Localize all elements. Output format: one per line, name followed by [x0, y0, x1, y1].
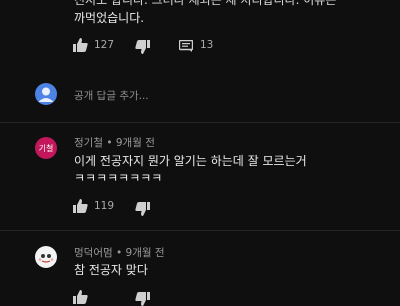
divider	[0, 122, 400, 123]
timestamp[interactable]: 9개월 전	[116, 137, 155, 149]
timestamp[interactable]: 9개월 전	[126, 247, 165, 259]
author-name[interactable]: 멍덕어멈	[74, 247, 113, 259]
thumbs-down-icon[interactable]	[135, 292, 150, 306]
comment-text-line: 이게 전공자지 뭔가 알기는 하는데 잘 모르는거	[74, 154, 307, 168]
comment-meta: 정기철 • 9개월 전	[74, 137, 155, 149]
thumbs-up-icon[interactable]	[73, 38, 88, 52]
comment-text-line: ㅋㅋㅋㅋㅋㅋㅋㅋ	[74, 171, 163, 185]
like-count: 127	[94, 39, 115, 51]
reply-count: 13	[200, 39, 214, 51]
avatar: 기철	[35, 137, 57, 159]
comment-meta: 멍덕어멈 • 9개월 전	[74, 247, 165, 259]
comment-text-line: 진지도 합니다. 그러나 제외는 제 처리합니다. 이유는	[74, 0, 337, 7]
cartoon-face-icon	[38, 254, 54, 263]
comment-text-line: 까먹었습니다.	[74, 11, 145, 25]
divider	[0, 230, 400, 231]
avatar	[35, 83, 57, 105]
thumbs-up-icon[interactable]	[73, 199, 88, 213]
comment-text-line: 참 전공자 맞다	[74, 263, 148, 277]
reply-input[interactable]: 공개 답글 추가...	[74, 88, 149, 103]
like-count: 119	[94, 200, 115, 212]
avatar	[35, 246, 57, 268]
author-name[interactable]: 정기철	[74, 137, 103, 149]
thumbs-up-icon[interactable]	[73, 290, 88, 304]
user-icon	[38, 87, 54, 102]
comment-icon[interactable]	[179, 40, 193, 52]
thumbs-down-icon[interactable]	[135, 202, 150, 216]
thumbs-down-icon[interactable]	[135, 40, 150, 54]
